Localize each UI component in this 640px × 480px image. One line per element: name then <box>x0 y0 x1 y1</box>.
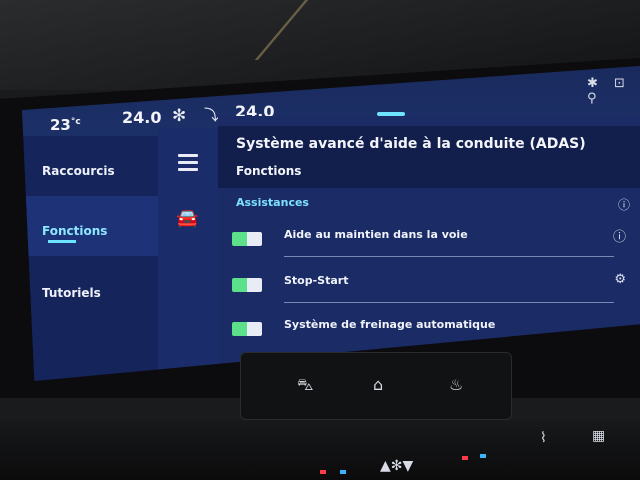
home-icon[interactable]: ⌂ <box>373 375 383 394</box>
car-icon[interactable]: ⛍ <box>297 375 314 396</box>
temp-up-led <box>462 456 468 460</box>
icon-column: 🚘 <box>158 128 218 381</box>
info-icon[interactable]: ⓘ <box>618 196 630 213</box>
hardkey-panel: ⛍ ⌂ ♨ <box>240 352 512 420</box>
fan-icon[interactable]: ✻ <box>172 106 186 126</box>
status-icons: ✱ ⊡ ⚲ <box>587 76 631 106</box>
divider <box>284 256 614 257</box>
gear-icon[interactable]: ⚙ <box>614 272 626 287</box>
title-bar: Système avancé d'aide à la conduite (ADA… <box>218 126 640 188</box>
page-title: Système avancé d'aide à la conduite (ADA… <box>236 136 586 152</box>
group-label: Assistances <box>236 196 309 209</box>
sidebar-item-fonctions[interactable]: Fonctions <box>42 224 107 238</box>
list-item-label: Stop-Start <box>284 274 349 287</box>
list-item-label: Aide au maintien dans la voie <box>284 228 468 241</box>
section-title: Fonctions <box>236 164 302 178</box>
car-icon[interactable]: 🚘 <box>176 208 198 229</box>
info-icon[interactable]: ⓘ <box>613 226 626 245</box>
toggle-switch[interactable] <box>232 278 262 292</box>
climate-setpoint-left[interactable]: 24.0 <box>122 108 161 127</box>
temp-down-led <box>340 470 346 474</box>
temp-down-led <box>480 454 486 458</box>
list-item[interactable]: Aide au maintien dans la voie ⓘ <box>232 222 632 262</box>
sidebar-item-tutoriels[interactable]: Tutoriels <box>42 286 101 300</box>
seat-airflow-icon[interactable]: ⤵ <box>204 104 219 125</box>
list-item[interactable]: Stop-Start ⚙ <box>232 268 632 308</box>
fan-control-icon[interactable]: ▲✻▼ <box>380 458 413 474</box>
sidebar: Raccourcis Fonctions Tutoriels <box>22 136 158 381</box>
menu-icon[interactable] <box>178 154 198 175</box>
divider <box>284 302 614 303</box>
toggle-switch[interactable] <box>232 322 262 336</box>
sidebar-item-raccourcis[interactable]: Raccourcis <box>42 164 115 178</box>
list-item-label: Système de freinage automatique <box>284 318 496 331</box>
active-indicator <box>48 240 76 243</box>
temp-up-led <box>320 470 326 474</box>
front-defrost-icon[interactable]: ⌇ <box>540 430 547 446</box>
rear-defrost-icon[interactable]: ▦ <box>592 428 605 444</box>
climate-controls: ⌇ ▦ ▲✻▼ <box>0 420 640 480</box>
outside-temperature: 23°c <box>50 116 81 134</box>
settings-shortcut-icon[interactable]: ♨ <box>449 375 463 394</box>
toggle-switch[interactable] <box>232 232 262 246</box>
